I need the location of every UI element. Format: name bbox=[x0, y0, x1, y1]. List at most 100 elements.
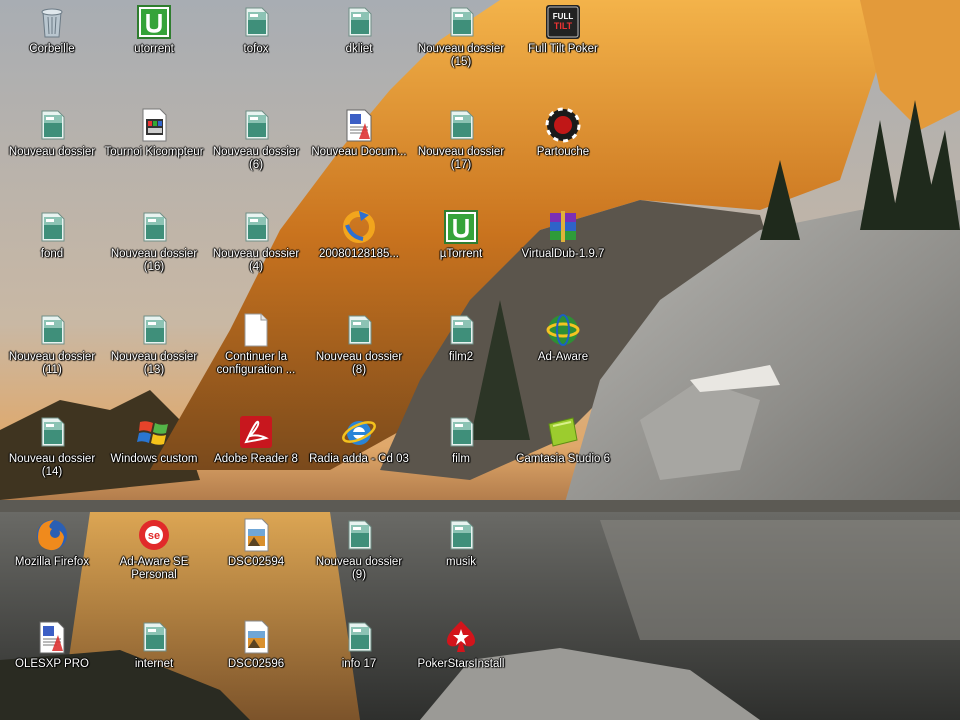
desktop-shortcut[interactable]: se Ad-Aware SE Personal bbox=[103, 515, 205, 609]
desktop-shortcut-label: Full Tilt Poker bbox=[528, 43, 598, 55]
document-icon bbox=[32, 617, 72, 657]
folder-icon bbox=[339, 515, 379, 555]
desktop-shortcut[interactable]: Corbeille bbox=[1, 2, 103, 96]
desktop-shortcut[interactable]: Nouveau dossier (11) bbox=[1, 310, 103, 404]
desktop-shortcut[interactable]: Nouveau Docum... bbox=[308, 105, 410, 199]
desktop-shortcut[interactable]: Tournoi Kicompteur bbox=[103, 105, 205, 199]
desktop-shortcut[interactable]: Nouveau dossier (8) bbox=[308, 310, 410, 404]
desktop-shortcut[interactable]: Nouveau dossier bbox=[1, 105, 103, 199]
image-file-icon bbox=[236, 617, 276, 657]
desktop-shortcut[interactable]: Adobe Reader 8 bbox=[205, 412, 307, 506]
desktop-shortcut[interactable]: film bbox=[410, 412, 512, 506]
desktop-shortcut-label: Continuer la configuration ... bbox=[216, 351, 296, 376]
desktop-shortcut-label: Ad-Aware SE Personal bbox=[119, 556, 189, 581]
folder-icon bbox=[441, 515, 481, 555]
desktop-shortcut-label: Radia adda - Cd 03 bbox=[309, 453, 409, 465]
desktop-shortcut-label: tofox bbox=[243, 43, 269, 55]
utorrent-icon bbox=[134, 2, 174, 42]
desktop-shortcut[interactable]: Nouveau dossier (14) bbox=[1, 412, 103, 506]
desktop-shortcut[interactable]: Continuer la configuration ... bbox=[205, 310, 307, 404]
desktop[interactable]: Corbeille Nouveau dossier fond Nouveau doss… bbox=[0, 0, 960, 720]
desktop-shortcut-label: Tournoi Kicompteur bbox=[104, 146, 204, 158]
document-icon bbox=[339, 105, 379, 145]
utorrent-icon bbox=[441, 207, 481, 247]
folder-icon bbox=[441, 105, 481, 145]
desktop-shortcut[interactable]: Mozilla Firefox bbox=[1, 515, 103, 609]
desktop-shortcut[interactable]: DSC02596 bbox=[205, 617, 307, 711]
desktop-shortcut[interactable]: Nouveau dossier (9) bbox=[308, 515, 410, 609]
desktop-shortcut-label: dkliet bbox=[345, 43, 373, 55]
desktop-shortcut-label: VirtualDub-1.9.7 bbox=[521, 248, 605, 260]
folder-icon bbox=[339, 617, 379, 657]
desktop-shortcut-label: Ad-Aware bbox=[537, 351, 589, 363]
desktop-shortcut-label: Nouveau dossier bbox=[8, 146, 96, 158]
desktop-shortcut[interactable]: internet bbox=[103, 617, 205, 711]
desktop-shortcut[interactable]: Windows custom bbox=[103, 412, 205, 506]
desktop-shortcut-label: Nouveau dossier (8) bbox=[315, 351, 403, 376]
desktop-shortcut[interactable]: µTorrent bbox=[410, 207, 512, 301]
winrar-archive-icon bbox=[543, 207, 583, 247]
desktop-shortcut[interactable]: musik bbox=[410, 515, 512, 609]
desktop-shortcut[interactable]: tofox bbox=[205, 2, 307, 96]
desktop-shortcut[interactable]: Nouveau dossier (15) bbox=[410, 2, 512, 96]
video-file-icon bbox=[134, 105, 174, 145]
folder-icon bbox=[339, 2, 379, 42]
desktop-shortcut-label: Nouveau dossier (9) bbox=[315, 556, 403, 581]
desktop-shortcut-label: film bbox=[452, 453, 470, 465]
desktop-shortcut-label: Corbeille bbox=[29, 43, 75, 55]
desktop-shortcut-label: Nouveau dossier (16) bbox=[110, 248, 198, 273]
desktop-shortcut-label: Nouveau dossier (6) bbox=[212, 146, 300, 171]
desktop-shortcut[interactable]: OLESXP PRO bbox=[1, 617, 103, 711]
desktop-shortcut[interactable]: Nouveau dossier (13) bbox=[103, 310, 205, 404]
desktop-shortcut[interactable]: Nouveau dossier (6) bbox=[205, 105, 307, 199]
folder-icon bbox=[134, 207, 174, 247]
desktop-shortcut[interactable]: Partouche bbox=[512, 105, 614, 199]
desktop-shortcut[interactable]: DSC02594 bbox=[205, 515, 307, 609]
desktop-shortcut[interactable]: Radia adda - Cd 03 bbox=[308, 412, 410, 506]
windows-icon bbox=[134, 412, 174, 452]
desktop-shortcut-label: Mozilla Firefox bbox=[14, 556, 90, 568]
desktop-shortcut[interactable]: PokerStarsInstall bbox=[410, 617, 512, 711]
firefox-icon bbox=[32, 515, 72, 555]
desktop-shortcut[interactable]: 20080128185... bbox=[308, 207, 410, 301]
desktop-shortcut-label: Camtasia Studio 6 bbox=[516, 453, 610, 465]
desktop-shortcut[interactable]: fond bbox=[1, 207, 103, 301]
desktop-shortcut[interactable]: utorrent bbox=[103, 2, 205, 96]
folder-icon bbox=[339, 310, 379, 350]
desktop-shortcut-label: µTorrent bbox=[439, 248, 483, 260]
poker-chip-icon bbox=[543, 105, 583, 145]
desktop-shortcut[interactable]: Nouveau dossier (16) bbox=[103, 207, 205, 301]
desktop-shortcut[interactable]: Nouveau dossier (17) bbox=[410, 105, 512, 199]
svg-text:se: se bbox=[148, 530, 160, 542]
desktop-shortcut[interactable]: Nouveau dossier (4) bbox=[205, 207, 307, 301]
desktop-shortcut-label: fond bbox=[40, 248, 64, 260]
desktop-shortcut-label: musik bbox=[445, 556, 477, 568]
desktop-shortcut-label: info 17 bbox=[341, 658, 377, 670]
folder-icon bbox=[236, 207, 276, 247]
desktop-shortcut[interactable]: info 17 bbox=[308, 617, 410, 711]
adobe-reader-icon bbox=[236, 412, 276, 452]
ad-aware-se-icon: se bbox=[134, 515, 174, 555]
desktop-shortcut-label: film2 bbox=[448, 351, 474, 363]
desktop-shortcut-label: Windows custom bbox=[110, 453, 198, 465]
desktop-shortcut-label: Adobe Reader 8 bbox=[214, 453, 298, 465]
desktop-shortcut-label: Nouveau Docum... bbox=[311, 146, 407, 158]
desktop-shortcut-label: Nouveau dossier (13) bbox=[110, 351, 198, 376]
desktop-shortcut-label: PokerStarsInstall bbox=[417, 658, 505, 670]
folder-icon bbox=[236, 105, 276, 145]
desktop-shortcut-label: OLESXP PRO bbox=[15, 658, 89, 670]
desktop-shortcut-label: Partouche bbox=[536, 146, 590, 158]
desktop-shortcut[interactable]: Ad-Aware bbox=[512, 310, 614, 404]
desktop-shortcut[interactable]: Camtasia Studio 6 bbox=[512, 412, 614, 506]
desktop-shortcut-label: Nouveau dossier (11) bbox=[8, 351, 96, 376]
folder-icon bbox=[441, 412, 481, 452]
desktop-shortcut[interactable]: FULL TILT Full Tilt Poker bbox=[512, 2, 614, 96]
desktop-shortcut[interactable]: dkliet bbox=[308, 2, 410, 96]
desktop-shortcut-label: 20080128185... bbox=[319, 248, 399, 260]
desktop-shortcut-label: DSC02596 bbox=[227, 658, 285, 670]
folder-icon bbox=[32, 412, 72, 452]
folder-icon bbox=[32, 207, 72, 247]
desktop-shortcut[interactable]: film2 bbox=[410, 310, 512, 404]
svg-text:FULL: FULL bbox=[553, 12, 574, 21]
desktop-shortcut[interactable]: VirtualDub-1.9.7 bbox=[512, 207, 614, 301]
